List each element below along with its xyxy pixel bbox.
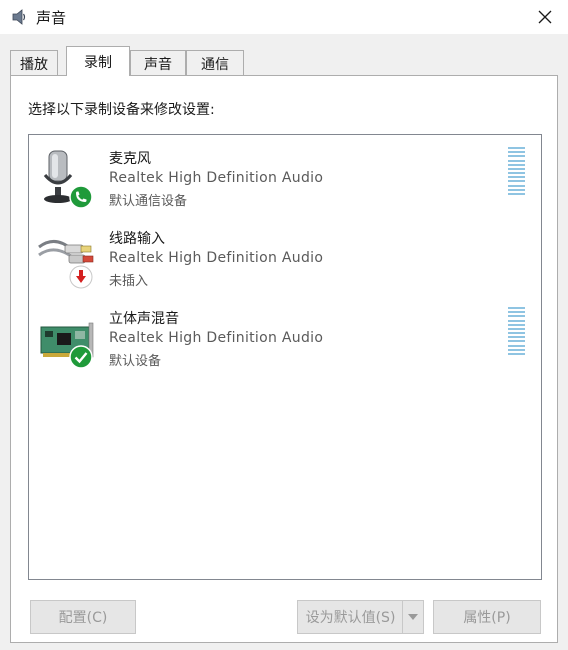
instruction-text: 选择以下录制设备来修改设置: [28,102,215,118]
phone-badge-icon [69,185,93,209]
device-description: Realtek High Definition Audio [109,330,324,346]
device-status: 默认通信设备 [109,194,188,209]
speaker-icon [12,9,26,25]
device-name: 线路输入 [109,231,165,247]
checkmark-badge-icon [69,345,93,369]
device-description: Realtek High Definition Audio [109,170,324,186]
close-icon [538,10,552,24]
device-item-line-in[interactable]: 线路输入 Realtek High Definition Audio 未插入 [29,219,541,297]
tab-playback[interactable]: 播放 [10,50,58,76]
close-button[interactable] [522,0,568,34]
tab-sounds-label: 声音 [144,56,172,73]
device-description: Realtek High Definition Audio [109,250,324,266]
title-bar: 声音 [0,0,568,34]
chevron-down-icon [408,614,418,620]
tab-recording-label: 录制 [84,54,112,71]
configure-button[interactable]: 配置(C) [30,600,136,634]
tab-recording[interactable]: 录制 [66,46,130,76]
tab-sounds[interactable]: 声音 [130,50,186,76]
tab-playback-label: 播放 [20,56,48,73]
properties-button-label: 属性(P) [463,610,511,626]
sound-dialog: 声音 播放 录制 声音 通信 选择以下录制设备来修改设置: 麦克风 Realte… [0,0,568,650]
device-status: 默认设备 [109,354,162,369]
recording-device-list[interactable]: 麦克风 Realtek High Definition Audio 默认通信设备 [28,134,542,580]
configure-button-label: 配置(C) [58,610,108,626]
recording-tab-panel: 选择以下录制设备来修改设置: 麦克风 Realtek High Definiti… [10,75,558,643]
set-default-button-label: 设为默认值(S) [305,610,396,626]
device-name: 麦克风 [109,151,151,167]
device-status: 未插入 [109,274,149,289]
window-title: 声音 [36,9,67,27]
tab-communications-label: 通信 [201,56,229,73]
device-name: 立体声混音 [109,311,179,327]
device-item-microphone[interactable]: 麦克风 Realtek High Definition Audio 默认通信设备 [29,139,541,217]
set-default-dropdown[interactable] [402,600,424,634]
properties-button[interactable]: 属性(P) [433,600,541,634]
set-default-button[interactable]: 设为默认值(S) [297,600,403,634]
level-meter [508,147,525,195]
level-meter [508,307,525,355]
tab-communications[interactable]: 通信 [186,50,244,76]
device-item-stereo-mix[interactable]: 立体声混音 Realtek High Definition Audio 默认设备 [29,299,541,377]
unplugged-badge-icon [69,265,93,289]
